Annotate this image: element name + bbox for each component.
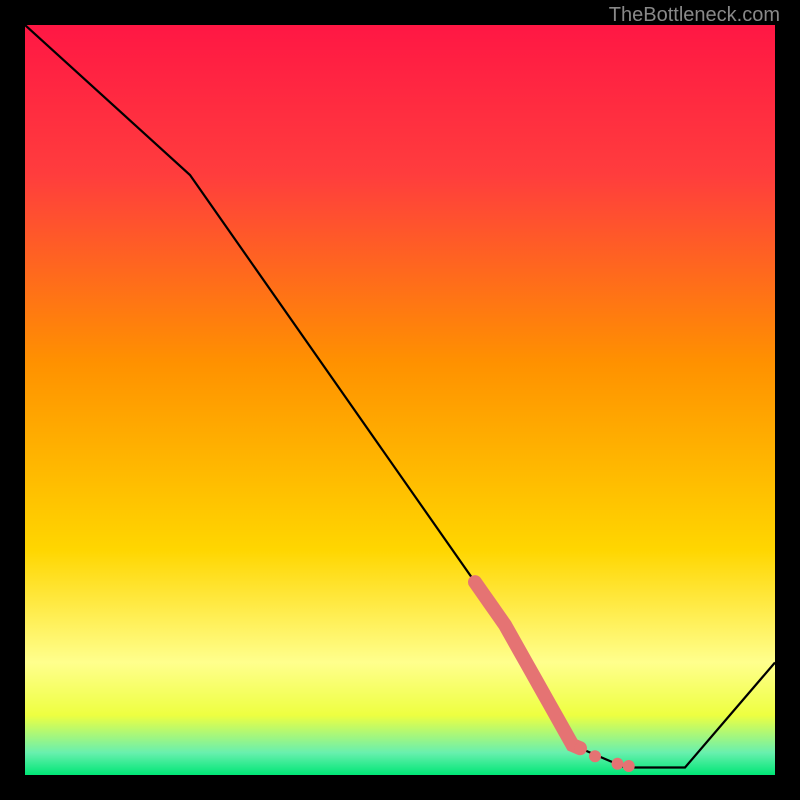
gradient-background [25,25,775,775]
chart-frame [25,25,775,775]
marker-dot [623,760,635,772]
marker-dot [589,750,601,762]
bottleneck-chart [25,25,775,775]
attribution-text: TheBottleneck.com [609,4,780,27]
marker-dot [612,758,624,770]
marker-dot [574,743,586,755]
